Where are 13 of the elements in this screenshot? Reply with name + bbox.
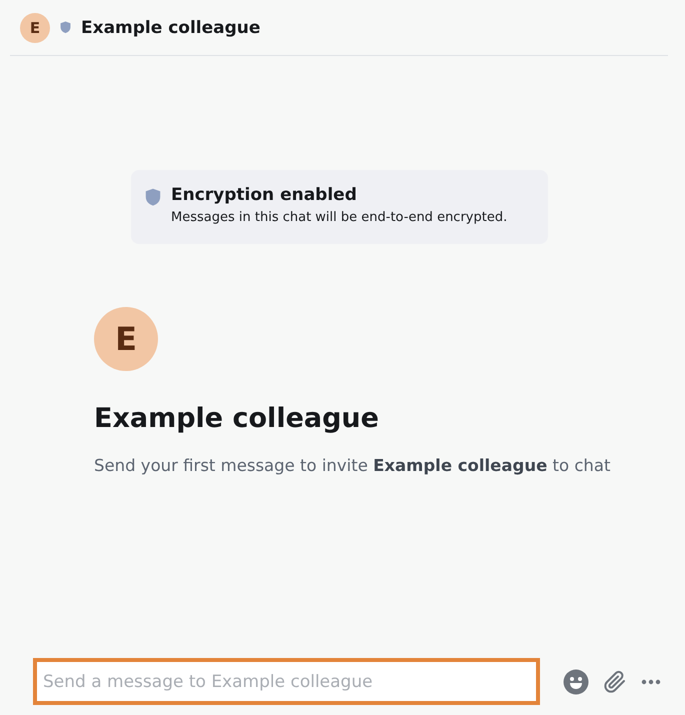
- message-input[interactable]: Send a message to Example colleague: [33, 658, 540, 705]
- chat-title: Example colleague: [81, 18, 260, 38]
- contact-name: Example colleague: [94, 403, 379, 434]
- notice-text: Messages in this chat will be end-to-end encrypted.: [171, 210, 508, 225]
- more-icon[interactable]: [641, 678, 661, 684]
- avatar: E: [94, 307, 158, 371]
- notice-title: Encryption enabled: [171, 185, 358, 205]
- shield-icon: [60, 21, 71, 34]
- shield-icon: [145, 188, 161, 206]
- invite-text: Send your first message to invite Example colleague to chat: [94, 456, 610, 475]
- emoji-icon[interactable]: [563, 668, 589, 694]
- avatar: E: [20, 12, 50, 42]
- paperclip-icon[interactable]: [603, 668, 627, 694]
